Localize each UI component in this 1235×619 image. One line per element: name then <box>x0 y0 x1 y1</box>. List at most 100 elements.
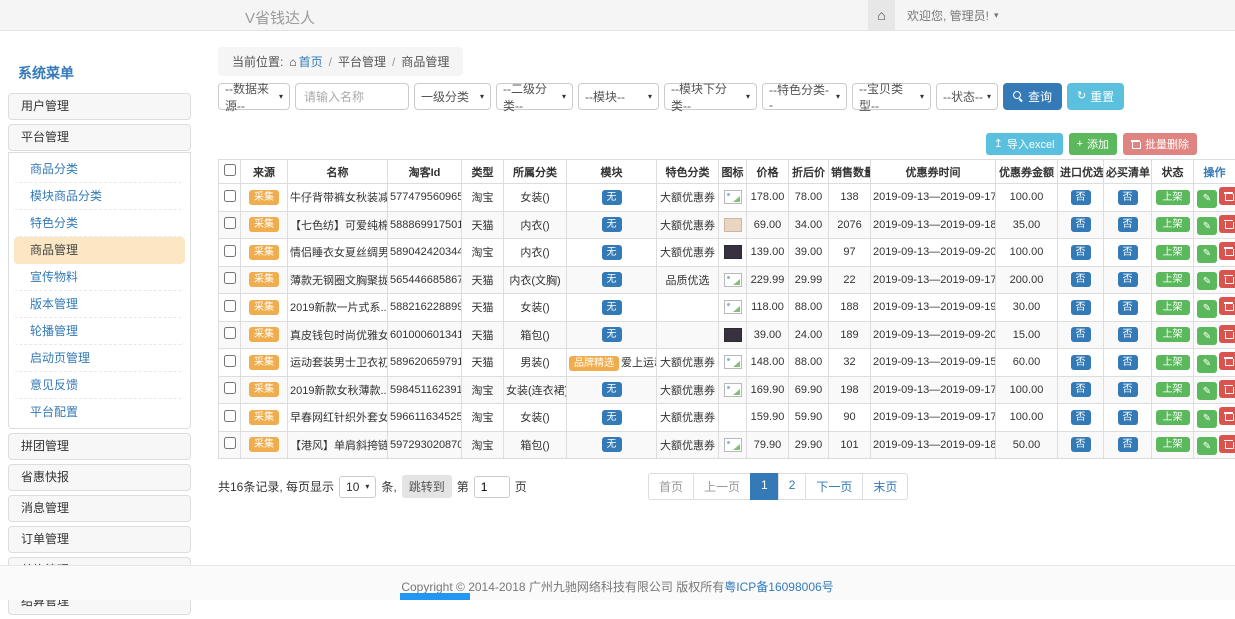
sidebar-group[interactable]: 用户管理 <box>8 93 191 120</box>
coupon-time-cell: 2019-09-13—2019-09-17 <box>871 376 996 404</box>
filter-select[interactable]: --二级分类--▾ <box>496 83 573 110</box>
must-buy-badge: 否 <box>1118 245 1138 260</box>
filter-select[interactable]: --数据来源--▾ <box>218 83 290 110</box>
icp-link[interactable]: 粤ICP备16098006号 <box>724 580 833 594</box>
sidebar-item[interactable]: 启动页管理 <box>14 345 185 372</box>
module-cell: 无 <box>567 321 657 349</box>
status-cell: 上架 <box>1152 239 1194 267</box>
imported-cell: 否 <box>1058 239 1104 267</box>
filter-select[interactable]: 一级分类▾ <box>414 83 491 110</box>
row-checkbox[interactable] <box>224 382 236 394</box>
delete-button[interactable] <box>1219 325 1235 343</box>
sidebar-item[interactable]: 模块商品分类 <box>14 183 185 210</box>
row-checkbox[interactable] <box>224 217 236 229</box>
row-checkbox[interactable] <box>224 190 236 202</box>
delete-button[interactable] <box>1219 242 1235 260</box>
sidebar-item[interactable]: 平台配置 <box>14 399 185 425</box>
sidebar-group[interactable]: 订单管理 <box>8 526 191 553</box>
row-checkbox[interactable] <box>224 245 236 257</box>
row-checkbox[interactable] <box>224 410 236 422</box>
home-button[interactable]: ⌂ <box>868 0 895 30</box>
edit-button[interactable]: ✎ <box>1197 272 1217 290</box>
delete-button[interactable] <box>1219 352 1235 370</box>
edit-button[interactable]: ✎ <box>1197 300 1217 318</box>
filter-select[interactable]: --状态--▾ <box>936 83 998 110</box>
price-cell: 39.00 <box>747 321 789 349</box>
row-checkbox[interactable] <box>224 327 236 339</box>
pager-button[interactable]: 上一页 <box>693 473 751 500</box>
source-badge: 采集 <box>249 300 279 315</box>
pager-button[interactable]: 2 <box>778 473 807 500</box>
row-checkbox[interactable] <box>224 355 236 367</box>
discount-price-cell: 59.90 <box>789 404 829 432</box>
icon-cell <box>719 294 747 322</box>
search-button[interactable]: 查询 <box>1003 83 1062 110</box>
table-header: 来源名称淘客Id类型所属分类模块特色分类图标价格折后价销售数量优惠券时间优惠券金… <box>219 160 1235 184</box>
sidebar-item[interactable]: 版本管理 <box>14 291 185 318</box>
must-buy-cell: 否 <box>1104 321 1152 349</box>
module-badge: 无 <box>602 327 622 342</box>
filter-select[interactable]: --模块--▾ <box>578 83 659 110</box>
edit-button[interactable]: ✎ <box>1197 217 1217 235</box>
edit-button[interactable]: ✎ <box>1197 327 1217 345</box>
filter-select[interactable]: --宝贝类型--▾ <box>852 83 931 110</box>
breadcrumb-home-link[interactable]: 首页 <box>299 55 323 69</box>
bulk-delete-button[interactable]: 批量删除 <box>1123 133 1197 155</box>
delete-button[interactable] <box>1219 380 1235 398</box>
coupon-time-cell: 2019-09-13—2019-09-20 <box>871 239 996 267</box>
name-search-input[interactable] <box>295 83 409 110</box>
bottom-scrollbar[interactable] <box>400 593 470 600</box>
delete-button[interactable] <box>1219 407 1235 425</box>
category-cell: 箱包() <box>504 321 567 349</box>
table-row: 采集早春网红针织外套女春...596611634525淘宝女装()无大额优惠券1… <box>219 404 1235 432</box>
edit-button[interactable]: ✎ <box>1197 382 1217 400</box>
coupon-amount-cell: 100.00 <box>996 376 1058 404</box>
edit-button[interactable]: ✎ <box>1197 245 1217 263</box>
add-button[interactable]: + 添加 <box>1069 133 1117 155</box>
edit-button[interactable]: ✎ <box>1197 437 1217 455</box>
source-badge: 采集 <box>249 327 279 342</box>
delete-button[interactable] <box>1219 187 1235 205</box>
sidebar-item[interactable]: 商品分类 <box>14 156 185 183</box>
import-excel-button[interactable]: ↥ 导入excel <box>986 133 1063 155</box>
sidebar-item[interactable]: 特色分类 <box>14 210 185 237</box>
edit-button[interactable]: ✎ <box>1197 410 1217 428</box>
edit-button[interactable]: ✎ <box>1197 190 1217 208</box>
type-cell: 淘宝 <box>462 404 504 432</box>
category-cell: 女装() <box>504 184 567 212</box>
sidebar-item[interactable]: 商品管理 <box>14 237 185 264</box>
delete-button[interactable] <box>1219 270 1235 288</box>
price-cell: 139.00 <box>747 239 789 267</box>
pager-current-page[interactable]: 1 <box>750 473 779 500</box>
products-table: 来源名称淘客Id类型所属分类模块特色分类图标价格折后价销售数量优惠券时间优惠券金… <box>218 159 1235 459</box>
reset-button[interactable]: ↻ 重置 <box>1067 83 1124 110</box>
pager-button[interactable]: 首页 <box>648 473 694 500</box>
pager-button[interactable]: 下一页 <box>805 473 863 500</box>
pager-button[interactable]: 末页 <box>862 473 908 500</box>
delete-button[interactable] <box>1219 215 1235 233</box>
delete-button[interactable] <box>1219 435 1235 453</box>
sales-cell: 22 <box>829 266 871 294</box>
filter-select[interactable]: --特色分类--▾ <box>762 83 847 110</box>
sidebar-group[interactable]: 省惠快报 <box>8 464 191 491</box>
per-page-select[interactable]: 10 ▾ <box>339 476 376 498</box>
select-all-checkbox[interactable] <box>224 164 236 176</box>
sidebar-group[interactable]: 平台管理 <box>8 124 191 151</box>
row-checkbox[interactable] <box>224 300 236 312</box>
must-buy-badge: 否 <box>1118 437 1138 452</box>
sidebar-item[interactable]: 轮播管理 <box>14 318 185 345</box>
row-checkbox[interactable] <box>224 272 236 284</box>
sidebar-group[interactable]: 拼团管理 <box>8 433 191 460</box>
delete-button[interactable] <box>1219 297 1235 315</box>
jump-button[interactable]: 跳转到 <box>402 475 452 498</box>
name-cell: 真皮钱包时尚优雅女士... <box>288 321 388 349</box>
row-checkbox[interactable] <box>224 437 236 449</box>
user-menu[interactable]: 欢迎您, 管理员! ▾ <box>907 7 999 24</box>
sidebar-item[interactable]: 意见反馈 <box>14 372 185 399</box>
operations-cell: ✎ <box>1194 349 1235 377</box>
edit-button[interactable]: ✎ <box>1197 355 1217 373</box>
sidebar-item[interactable]: 宣传物料 <box>14 264 185 291</box>
filter-select[interactable]: --模块下分类--▾ <box>664 83 757 110</box>
page-number-input[interactable] <box>474 476 510 498</box>
sidebar-group[interactable]: 消息管理 <box>8 495 191 522</box>
